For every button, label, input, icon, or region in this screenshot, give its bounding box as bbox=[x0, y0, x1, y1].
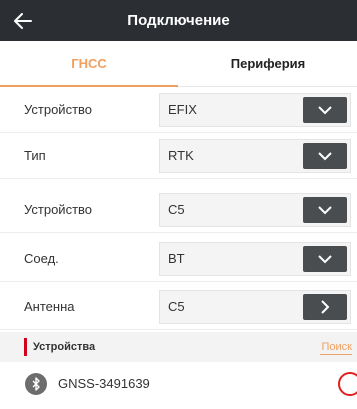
form-row-connection: Соед. BT bbox=[0, 236, 357, 282]
chevron-right-icon bbox=[321, 300, 330, 314]
type-dropdown-button[interactable] bbox=[303, 143, 347, 169]
row-label: Соед. bbox=[24, 251, 59, 266]
device-model-select[interactable]: C5 bbox=[159, 193, 351, 227]
chevron-down-icon bbox=[318, 106, 332, 115]
device-list-item[interactable]: GNSS-3491639 bbox=[0, 370, 357, 409]
connection-select[interactable]: BT bbox=[159, 242, 351, 276]
search-link[interactable]: Поиск bbox=[322, 332, 352, 362]
antenna-select[interactable]: C5 bbox=[159, 290, 351, 324]
device-model-select-value: C5 bbox=[168, 202, 185, 217]
device-name: GNSS-3491639 bbox=[58, 376, 150, 391]
app-header: Подключение bbox=[0, 0, 357, 41]
type-select-value: RTK bbox=[168, 148, 194, 163]
chevron-down-icon bbox=[318, 206, 332, 215]
tab-periphery[interactable]: Периферия bbox=[179, 41, 357, 87]
search-link-underline bbox=[320, 354, 352, 355]
arrow-left-icon bbox=[14, 13, 32, 29]
tab-bar: ГНСС Периферия bbox=[0, 41, 357, 87]
status-ring-icon bbox=[338, 372, 357, 396]
antenna-open-button[interactable] bbox=[303, 294, 347, 320]
back-button[interactable] bbox=[8, 6, 38, 36]
form-row-type: Тип RTK bbox=[0, 133, 357, 179]
device-model-dropdown-button[interactable] bbox=[303, 197, 347, 223]
page-title: Подключение bbox=[127, 12, 230, 29]
device-select-value: EFIX bbox=[168, 102, 197, 117]
form-row-device-model: Устройство C5 bbox=[0, 187, 357, 233]
row-label: Тип bbox=[24, 148, 46, 163]
connection-dropdown-button[interactable] bbox=[303, 246, 347, 272]
bluetooth-icon bbox=[25, 373, 47, 395]
section-title: Устройства bbox=[33, 341, 96, 353]
row-label: Устройство bbox=[24, 202, 93, 217]
tab-gnss[interactable]: ГНСС bbox=[0, 41, 178, 87]
device-select[interactable]: EFIX bbox=[159, 93, 351, 127]
devices-section-header: Устройства Поиск bbox=[0, 332, 357, 362]
chevron-down-icon bbox=[318, 152, 332, 161]
form-row-device: Устройство EFIX bbox=[0, 87, 357, 133]
chevron-down-icon bbox=[318, 255, 332, 264]
antenna-select-value: C5 bbox=[168, 299, 185, 314]
section-marker bbox=[24, 338, 27, 356]
type-select[interactable]: RTK bbox=[159, 139, 351, 173]
device-dropdown-button[interactable] bbox=[303, 97, 347, 123]
connection-select-value: BT bbox=[168, 251, 185, 266]
row-label: Устройство bbox=[24, 102, 93, 117]
form-row-antenna: Антенна C5 bbox=[0, 284, 357, 330]
row-label: Антенна bbox=[24, 299, 75, 314]
